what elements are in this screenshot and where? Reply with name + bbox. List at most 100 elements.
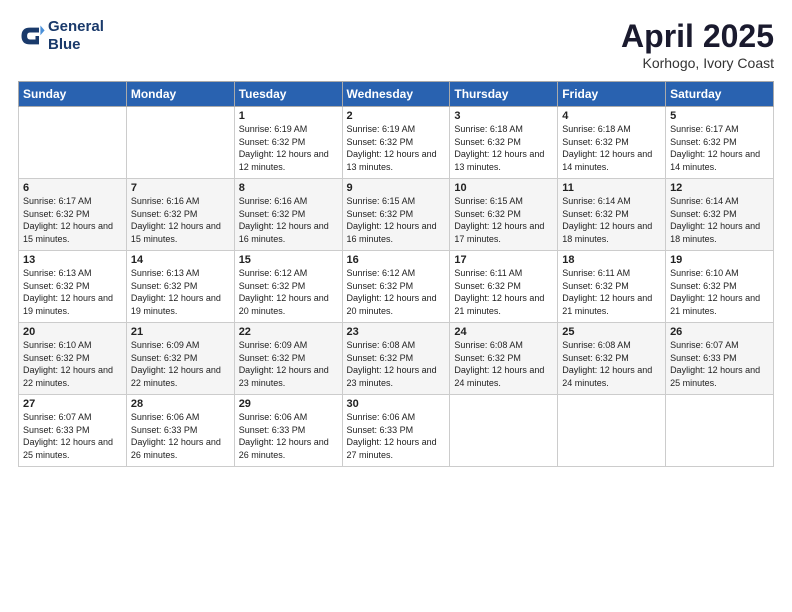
cell-week3-day2: 15Sunrise: 6:12 AM Sunset: 6:32 PM Dayli… bbox=[234, 251, 342, 323]
cell-week1-day5: 4Sunrise: 6:18 AM Sunset: 6:32 PM Daylig… bbox=[558, 107, 666, 179]
day-info: Sunrise: 6:15 AM Sunset: 6:32 PM Dayligh… bbox=[454, 195, 553, 245]
cell-week1-day1 bbox=[126, 107, 234, 179]
day-info: Sunrise: 6:19 AM Sunset: 6:32 PM Dayligh… bbox=[347, 123, 446, 173]
day-info: Sunrise: 6:16 AM Sunset: 6:32 PM Dayligh… bbox=[239, 195, 338, 245]
cell-week4-day0: 20Sunrise: 6:10 AM Sunset: 6:32 PM Dayli… bbox=[19, 323, 127, 395]
day-number: 20 bbox=[23, 326, 122, 338]
cell-week4-day4: 24Sunrise: 6:08 AM Sunset: 6:32 PM Dayli… bbox=[450, 323, 558, 395]
week-row-5: 27Sunrise: 6:07 AM Sunset: 6:33 PM Dayli… bbox=[19, 395, 774, 467]
day-info: Sunrise: 6:13 AM Sunset: 6:32 PM Dayligh… bbox=[131, 267, 230, 317]
day-number: 28 bbox=[131, 398, 230, 410]
day-number: 5 bbox=[670, 110, 769, 122]
day-number: 18 bbox=[562, 254, 661, 266]
day-number: 29 bbox=[239, 398, 338, 410]
cell-week3-day6: 19Sunrise: 6:10 AM Sunset: 6:32 PM Dayli… bbox=[666, 251, 774, 323]
logo: General Blue bbox=[18, 18, 104, 54]
day-number: 6 bbox=[23, 182, 122, 194]
day-info: Sunrise: 6:12 AM Sunset: 6:32 PM Dayligh… bbox=[347, 267, 446, 317]
day-info: Sunrise: 6:08 AM Sunset: 6:32 PM Dayligh… bbox=[562, 339, 661, 389]
cell-week5-day2: 29Sunrise: 6:06 AM Sunset: 6:33 PM Dayli… bbox=[234, 395, 342, 467]
week-row-2: 6Sunrise: 6:17 AM Sunset: 6:32 PM Daylig… bbox=[19, 179, 774, 251]
cell-week1-day3: 2Sunrise: 6:19 AM Sunset: 6:32 PM Daylig… bbox=[342, 107, 450, 179]
day-number: 3 bbox=[454, 110, 553, 122]
day-info: Sunrise: 6:13 AM Sunset: 6:32 PM Dayligh… bbox=[23, 267, 122, 317]
header-tuesday: Tuesday bbox=[234, 82, 342, 107]
day-number: 27 bbox=[23, 398, 122, 410]
cell-week3-day4: 17Sunrise: 6:11 AM Sunset: 6:32 PM Dayli… bbox=[450, 251, 558, 323]
day-info: Sunrise: 6:09 AM Sunset: 6:32 PM Dayligh… bbox=[239, 339, 338, 389]
day-info: Sunrise: 6:06 AM Sunset: 6:33 PM Dayligh… bbox=[347, 411, 446, 461]
day-info: Sunrise: 6:19 AM Sunset: 6:32 PM Dayligh… bbox=[239, 123, 338, 173]
day-number: 8 bbox=[239, 182, 338, 194]
day-info: Sunrise: 6:17 AM Sunset: 6:32 PM Dayligh… bbox=[670, 123, 769, 173]
day-number: 14 bbox=[131, 254, 230, 266]
day-info: Sunrise: 6:07 AM Sunset: 6:33 PM Dayligh… bbox=[23, 411, 122, 461]
cell-week1-day6: 5Sunrise: 6:17 AM Sunset: 6:32 PM Daylig… bbox=[666, 107, 774, 179]
cell-week3-day1: 14Sunrise: 6:13 AM Sunset: 6:32 PM Dayli… bbox=[126, 251, 234, 323]
cell-week4-day6: 26Sunrise: 6:07 AM Sunset: 6:33 PM Dayli… bbox=[666, 323, 774, 395]
header-monday: Monday bbox=[126, 82, 234, 107]
day-number: 19 bbox=[670, 254, 769, 266]
day-number: 17 bbox=[454, 254, 553, 266]
cell-week4-day2: 22Sunrise: 6:09 AM Sunset: 6:32 PM Dayli… bbox=[234, 323, 342, 395]
day-info: Sunrise: 6:06 AM Sunset: 6:33 PM Dayligh… bbox=[131, 411, 230, 461]
day-info: Sunrise: 6:09 AM Sunset: 6:32 PM Dayligh… bbox=[131, 339, 230, 389]
cell-week5-day4 bbox=[450, 395, 558, 467]
cell-week5-day1: 28Sunrise: 6:06 AM Sunset: 6:33 PM Dayli… bbox=[126, 395, 234, 467]
day-number: 16 bbox=[347, 254, 446, 266]
week-row-4: 20Sunrise: 6:10 AM Sunset: 6:32 PM Dayli… bbox=[19, 323, 774, 395]
day-info: Sunrise: 6:11 AM Sunset: 6:32 PM Dayligh… bbox=[454, 267, 553, 317]
day-number: 13 bbox=[23, 254, 122, 266]
week-row-1: 1Sunrise: 6:19 AM Sunset: 6:32 PM Daylig… bbox=[19, 107, 774, 179]
cell-week2-day0: 6Sunrise: 6:17 AM Sunset: 6:32 PM Daylig… bbox=[19, 179, 127, 251]
day-info: Sunrise: 6:16 AM Sunset: 6:32 PM Dayligh… bbox=[131, 195, 230, 245]
week-row-3: 13Sunrise: 6:13 AM Sunset: 6:32 PM Dayli… bbox=[19, 251, 774, 323]
day-info: Sunrise: 6:11 AM Sunset: 6:32 PM Dayligh… bbox=[562, 267, 661, 317]
cell-week2-day6: 12Sunrise: 6:14 AM Sunset: 6:32 PM Dayli… bbox=[666, 179, 774, 251]
day-info: Sunrise: 6:10 AM Sunset: 6:32 PM Dayligh… bbox=[23, 339, 122, 389]
calendar-table: SundayMondayTuesdayWednesdayThursdayFrid… bbox=[18, 81, 774, 467]
day-info: Sunrise: 6:08 AM Sunset: 6:32 PM Dayligh… bbox=[454, 339, 553, 389]
day-info: Sunrise: 6:17 AM Sunset: 6:32 PM Dayligh… bbox=[23, 195, 122, 245]
calendar-header-row: SundayMondayTuesdayWednesdayThursdayFrid… bbox=[19, 82, 774, 107]
header-wednesday: Wednesday bbox=[342, 82, 450, 107]
page: General Blue April 2025 Korhogo, Ivory C… bbox=[0, 0, 792, 612]
cell-week5-day3: 30Sunrise: 6:06 AM Sunset: 6:33 PM Dayli… bbox=[342, 395, 450, 467]
day-number: 24 bbox=[454, 326, 553, 338]
cell-week4-day1: 21Sunrise: 6:09 AM Sunset: 6:32 PM Dayli… bbox=[126, 323, 234, 395]
day-number: 22 bbox=[239, 326, 338, 338]
day-number: 4 bbox=[562, 110, 661, 122]
cell-week2-day4: 10Sunrise: 6:15 AM Sunset: 6:32 PM Dayli… bbox=[450, 179, 558, 251]
day-info: Sunrise: 6:12 AM Sunset: 6:32 PM Dayligh… bbox=[239, 267, 338, 317]
day-number: 12 bbox=[670, 182, 769, 194]
day-number: 10 bbox=[454, 182, 553, 194]
cell-week3-day3: 16Sunrise: 6:12 AM Sunset: 6:32 PM Dayli… bbox=[342, 251, 450, 323]
logo-icon bbox=[18, 22, 46, 50]
day-info: Sunrise: 6:14 AM Sunset: 6:32 PM Dayligh… bbox=[562, 195, 661, 245]
cell-week3-day5: 18Sunrise: 6:11 AM Sunset: 6:32 PM Dayli… bbox=[558, 251, 666, 323]
cell-week2-day5: 11Sunrise: 6:14 AM Sunset: 6:32 PM Dayli… bbox=[558, 179, 666, 251]
day-number: 26 bbox=[670, 326, 769, 338]
cell-week4-day5: 25Sunrise: 6:08 AM Sunset: 6:32 PM Dayli… bbox=[558, 323, 666, 395]
cell-week1-day0 bbox=[19, 107, 127, 179]
day-info: Sunrise: 6:08 AM Sunset: 6:32 PM Dayligh… bbox=[347, 339, 446, 389]
cell-week3-day0: 13Sunrise: 6:13 AM Sunset: 6:32 PM Dayli… bbox=[19, 251, 127, 323]
title-block: April 2025 Korhogo, Ivory Coast bbox=[621, 18, 774, 71]
cell-week2-day2: 8Sunrise: 6:16 AM Sunset: 6:32 PM Daylig… bbox=[234, 179, 342, 251]
cell-week2-day3: 9Sunrise: 6:15 AM Sunset: 6:32 PM Daylig… bbox=[342, 179, 450, 251]
day-number: 15 bbox=[239, 254, 338, 266]
day-number: 23 bbox=[347, 326, 446, 338]
header-thursday: Thursday bbox=[450, 82, 558, 107]
logo-text: General Blue bbox=[48, 18, 104, 54]
day-number: 25 bbox=[562, 326, 661, 338]
cell-week2-day1: 7Sunrise: 6:16 AM Sunset: 6:32 PM Daylig… bbox=[126, 179, 234, 251]
day-number: 30 bbox=[347, 398, 446, 410]
day-number: 2 bbox=[347, 110, 446, 122]
cell-week4-day3: 23Sunrise: 6:08 AM Sunset: 6:32 PM Dayli… bbox=[342, 323, 450, 395]
cell-week5-day0: 27Sunrise: 6:07 AM Sunset: 6:33 PM Dayli… bbox=[19, 395, 127, 467]
cell-week1-day2: 1Sunrise: 6:19 AM Sunset: 6:32 PM Daylig… bbox=[234, 107, 342, 179]
cell-week5-day6 bbox=[666, 395, 774, 467]
day-number: 9 bbox=[347, 182, 446, 194]
subtitle: Korhogo, Ivory Coast bbox=[621, 55, 774, 71]
header-saturday: Saturday bbox=[666, 82, 774, 107]
